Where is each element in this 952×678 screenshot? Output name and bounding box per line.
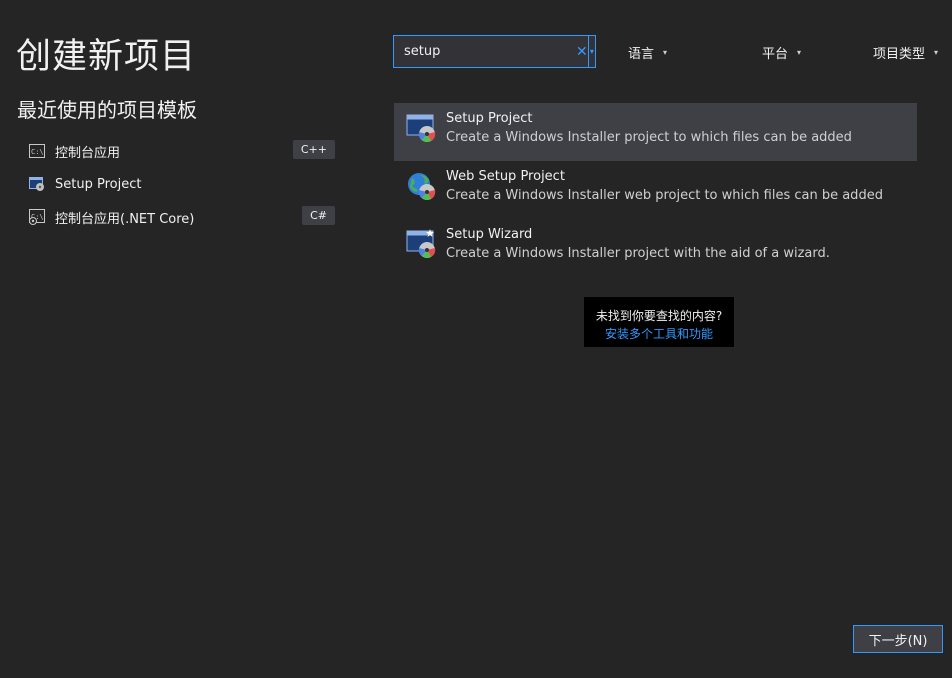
install-tools-link[interactable]: 安装多个工具和功能 bbox=[584, 325, 734, 342]
console-icon: C:\ bbox=[28, 143, 46, 159]
recent-item-setup-project[interactable]: Setup Project bbox=[26, 168, 338, 200]
project-type-filter-label: 项目类型 bbox=[873, 47, 926, 62]
recent-item-label: 控制台应用(.NET Core) bbox=[55, 211, 195, 227]
recent-item-console-app-netcore[interactable]: C:\ 控制台应用(.NET Core) C# bbox=[26, 200, 338, 234]
recent-item-console-app-cpp[interactable]: C:\ 控制台应用 C++ bbox=[26, 134, 338, 168]
recent-item-label: Setup Project bbox=[55, 176, 142, 192]
template-result-setup-wizard[interactable]: Setup Wizard Create a Windows Installer … bbox=[394, 219, 917, 277]
clear-search-icon[interactable]: ✕ bbox=[576, 36, 588, 67]
console-netcore-icon: C:\ bbox=[28, 209, 46, 225]
not-found-callout: 未找到你要查找的内容? 安装多个工具和功能 bbox=[584, 297, 734, 347]
next-button[interactable]: 下一步(N) bbox=[853, 625, 943, 653]
language-filter-label: 语言 bbox=[628, 47, 655, 62]
create-new-project-page: 创建新项目 最近使用的项目模板 C:\ 控制台应用 C++ Setup Proj… bbox=[0, 0, 952, 678]
template-results-list: Setup Project Create a Windows Installer… bbox=[394, 103, 917, 277]
chevron-down-icon: ▾ bbox=[934, 48, 939, 57]
search-history-dropdown-icon[interactable]: ▾ bbox=[587, 36, 595, 67]
template-search-input[interactable] bbox=[394, 35, 576, 68]
chevron-down-icon: ▾ bbox=[797, 48, 802, 57]
template-result-setup-project[interactable]: Setup Project Create a Windows Installer… bbox=[394, 103, 917, 161]
template-description: Create a Windows Installer web project t… bbox=[446, 188, 883, 203]
setup-wizard-icon bbox=[406, 229, 436, 259]
template-description: Create a Windows Installer project with … bbox=[446, 246, 830, 261]
page-title: 创建新项目 bbox=[16, 37, 197, 77]
recent-item-label: 控制台应用 bbox=[55, 145, 121, 161]
setup-project-icon bbox=[28, 176, 46, 192]
not-found-question: 未找到你要查找的内容? bbox=[595, 309, 723, 323]
template-title: Web Setup Project bbox=[446, 169, 565, 184]
recent-templates-heading: 最近使用的项目模板 bbox=[17, 98, 197, 122]
language-badge: C++ bbox=[292, 140, 335, 159]
template-result-web-setup-project[interactable]: Web Setup Project Create a Windows Insta… bbox=[394, 161, 917, 219]
setup-project-icon bbox=[406, 113, 436, 143]
svg-text:C:\: C:\ bbox=[31, 148, 44, 156]
platform-filter-label: 平台 bbox=[762, 47, 789, 62]
project-type-filter-dropdown[interactable]: 项目类型 ▾ bbox=[873, 43, 938, 62]
web-setup-globe-icon bbox=[406, 171, 436, 201]
template-search-box: ✕ ▾ bbox=[393, 35, 596, 68]
recent-templates-list: C:\ 控制台应用 C++ Setup Project C:\ 控制台应用(.N… bbox=[26, 134, 338, 234]
language-filter-dropdown[interactable]: 语言 ▾ bbox=[628, 43, 667, 62]
chevron-down-icon: ▾ bbox=[663, 48, 668, 57]
template-title: Setup Project bbox=[446, 111, 533, 126]
language-badge: C# bbox=[302, 206, 335, 225]
template-description: Create a Windows Installer project to wh… bbox=[446, 130, 852, 145]
platform-filter-dropdown[interactable]: 平台 ▾ bbox=[762, 43, 801, 62]
template-title: Setup Wizard bbox=[446, 227, 533, 242]
